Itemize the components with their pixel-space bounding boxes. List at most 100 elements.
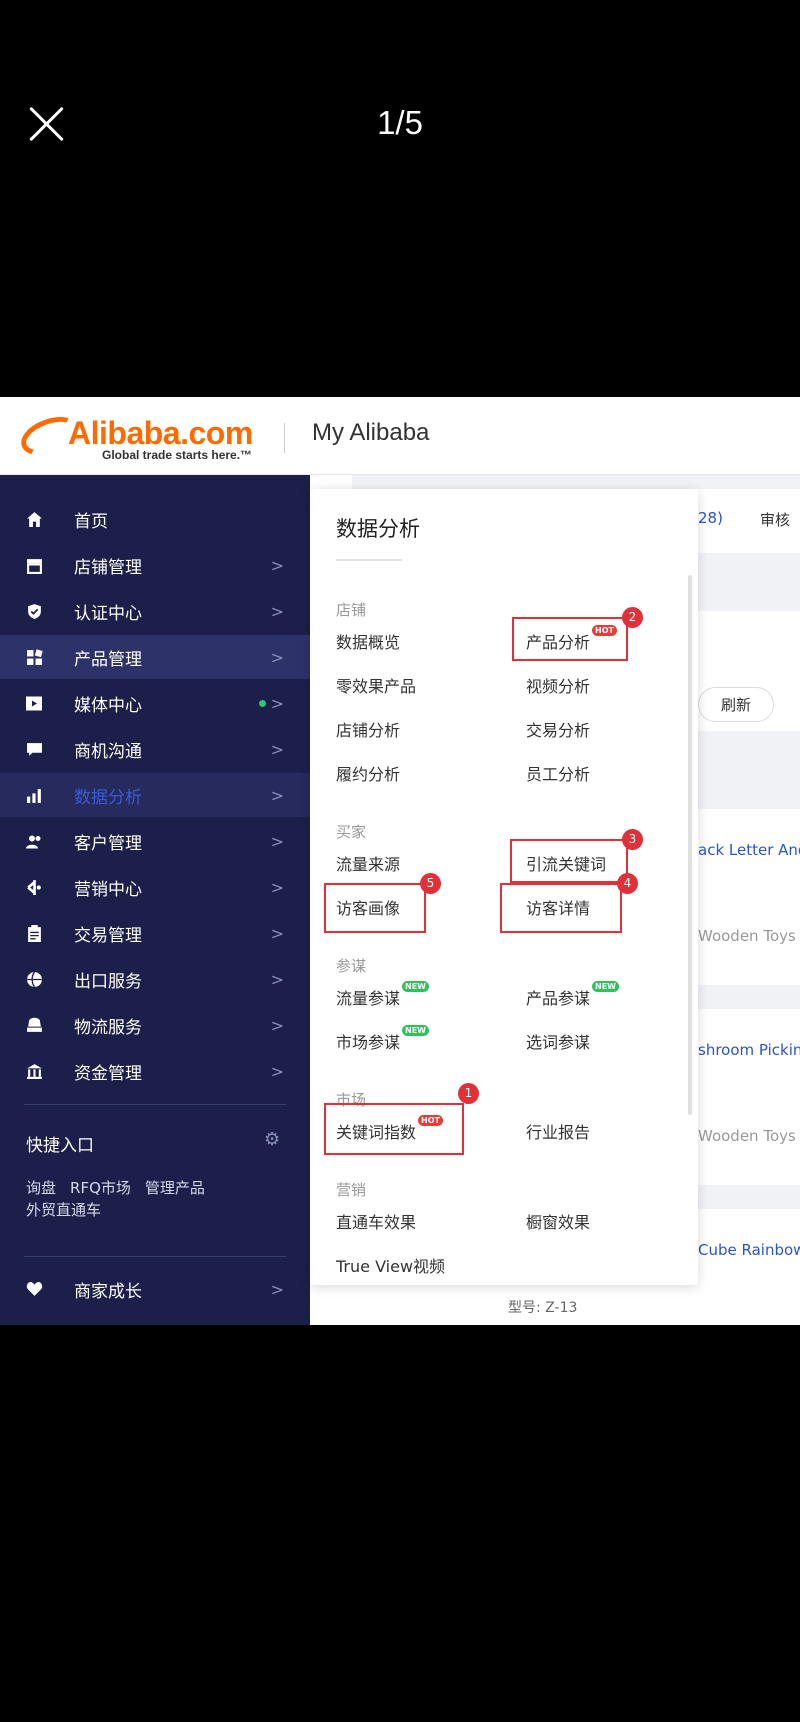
sidebar-item-growth[interactable]: 商家成长 > bbox=[0, 1267, 310, 1311]
chevron-right-icon: > bbox=[270, 1279, 284, 1299]
background-review: 审核 bbox=[760, 511, 791, 529]
chevron-right-icon: > bbox=[270, 693, 284, 713]
sidebar: 首页 店铺管理 > 认证中心 > 产品管理 > 媒体中心 > 商机沟通 > 数据… bbox=[0, 475, 310, 1325]
menu-item-traffic-advisor[interactable]: 流量参谋NEW bbox=[336, 981, 429, 1009]
annotation-box-visitor-profile bbox=[324, 883, 426, 933]
menu-section-advisor: 参谋 bbox=[336, 957, 367, 975]
bank-icon bbox=[24, 1061, 44, 1081]
quick-links: 询盘 RFQ市场 管理产品 外贸直通车 bbox=[26, 1177, 266, 1221]
grid-icon bbox=[24, 647, 44, 667]
chat-icon bbox=[24, 739, 44, 759]
sidebar-item-certification[interactable]: 认证中心 > bbox=[0, 589, 310, 633]
product-category: Wooden Toys bbox=[698, 1127, 796, 1145]
product-title[interactable]: ack Letter And bbox=[698, 841, 800, 859]
quick-link-manage-products[interactable]: 管理产品 bbox=[145, 1179, 205, 1197]
menu-item-traffic-source[interactable]: 流量来源 bbox=[336, 851, 400, 875]
alibaba-logo[interactable]: Alibaba.com Global trade starts here.™ bbox=[15, 409, 253, 463]
page-counter: 1/5 bbox=[377, 104, 423, 141]
sidebar-item-label: 出口服务 bbox=[74, 971, 142, 992]
heart-icon bbox=[24, 1279, 44, 1299]
quick-link-p4p[interactable]: 外贸直通车 bbox=[26, 1201, 101, 1219]
refresh-button[interactable]: 刷新 bbox=[698, 687, 775, 722]
menu-item-data-overview[interactable]: 数据概览 bbox=[336, 629, 400, 653]
screenshot-image: 28) 审核 刷新 ack Letter And Wooden Toys shr… bbox=[0, 397, 800, 1325]
sidebar-item-funds[interactable]: 资金管理 > bbox=[0, 1049, 310, 1093]
menu-item-industry-report[interactable]: 行业报告 bbox=[526, 1119, 590, 1143]
quick-link-rfq[interactable]: RFQ市场 bbox=[70, 1179, 131, 1197]
menu-item-true-view[interactable]: True View视频 bbox=[336, 1253, 445, 1277]
sidebar-item-export[interactable]: 出口服务 > bbox=[0, 957, 310, 1001]
sidebar-item-products[interactable]: 产品管理 > bbox=[0, 635, 310, 679]
menu-title: 数据分析 bbox=[336, 517, 420, 541]
video-icon bbox=[24, 693, 44, 713]
product-model: 型号: Z-13 bbox=[508, 1300, 578, 1316]
notification-dot bbox=[259, 699, 266, 707]
sidebar-item-marketing[interactable]: 营销中心 > bbox=[0, 865, 310, 909]
sidebar-divider bbox=[24, 1256, 286, 1257]
menu-item-store-analysis[interactable]: 店铺分析 bbox=[336, 717, 400, 741]
chevron-right-icon: > bbox=[270, 739, 284, 759]
menu-section-marketing: 营销 bbox=[336, 1181, 367, 1199]
menu-section-store: 店铺 bbox=[336, 601, 367, 619]
chevron-right-icon: > bbox=[270, 969, 284, 989]
new-badge: NEW bbox=[402, 981, 429, 992]
sidebar-item-label: 媒体中心 bbox=[74, 695, 142, 716]
sidebar-item-trade[interactable]: 交易管理 > bbox=[0, 911, 310, 955]
quick-link-inquiry[interactable]: 询盘 bbox=[26, 1179, 56, 1197]
sidebar-item-label: 首页 bbox=[74, 511, 108, 532]
annotation-box-visitor-details bbox=[500, 883, 622, 933]
sidebar-item-label: 资金管理 bbox=[74, 1063, 142, 1084]
chevron-right-icon: > bbox=[270, 923, 284, 943]
menu-item-keyword-advisor[interactable]: 选词参谋 bbox=[526, 1029, 590, 1053]
menu-item-trade-analysis[interactable]: 交易分析 bbox=[526, 717, 590, 741]
menu-item-showcase-effect[interactable]: 橱窗效果 bbox=[526, 1209, 590, 1233]
product-title[interactable]: shroom Picking bbox=[698, 1041, 800, 1059]
logo-suffix: .com bbox=[180, 415, 253, 451]
annotation-number: 4 bbox=[617, 873, 638, 894]
product-title[interactable]: Cube Rainbow bbox=[698, 1241, 800, 1259]
sidebar-item-label: 产品管理 bbox=[74, 649, 142, 670]
logo-text: Alibaba bbox=[68, 415, 181, 451]
sidebar-item-label: 物流服务 bbox=[74, 1017, 142, 1038]
menu-item-p4p-effect[interactable]: 直通车效果 bbox=[336, 1209, 416, 1233]
annotation-box-traffic-keywords bbox=[510, 839, 628, 883]
chevron-right-icon: > bbox=[270, 1061, 284, 1081]
product-category: Wooden Toys bbox=[698, 927, 796, 945]
annotation-number: 3 bbox=[622, 829, 643, 850]
sidebar-item-label: 店铺管理 bbox=[74, 557, 142, 578]
menu-scrollbar[interactable] bbox=[688, 575, 692, 1115]
annotation-box-product-analysis bbox=[512, 617, 628, 661]
bar-chart-icon bbox=[24, 785, 44, 805]
chevron-right-icon: > bbox=[270, 877, 284, 897]
page-title[interactable]: My Alibaba bbox=[312, 419, 429, 447]
annotation-box-keyword-index bbox=[324, 1103, 464, 1155]
header-divider bbox=[284, 423, 285, 453]
marketing-icon bbox=[24, 877, 44, 897]
sidebar-item-customers[interactable]: 客户管理 > bbox=[0, 819, 310, 863]
globe-icon bbox=[24, 969, 44, 989]
sidebar-item-data-analysis[interactable]: 数据分析 > bbox=[0, 773, 310, 817]
sidebar-item-label: 认证中心 bbox=[74, 603, 142, 624]
chevron-right-icon: > bbox=[270, 785, 284, 805]
menu-item-zero-effect[interactable]: 零效果产品 bbox=[336, 673, 416, 697]
menu-item-market-advisor[interactable]: 市场参谋NEW bbox=[336, 1025, 429, 1053]
sidebar-item-messages[interactable]: 商机沟通 > bbox=[0, 727, 310, 771]
menu-item-fulfillment-analysis[interactable]: 履约分析 bbox=[336, 761, 400, 785]
chevron-right-icon: > bbox=[270, 601, 284, 621]
new-badge: NEW bbox=[592, 981, 619, 992]
annotation-number: 5 bbox=[420, 873, 441, 894]
sidebar-item-label: 商机沟通 bbox=[74, 741, 142, 762]
gear-icon[interactable]: ⚙ bbox=[264, 1129, 280, 1150]
sidebar-item-store[interactable]: 店铺管理 > bbox=[0, 543, 310, 587]
sidebar-item-media[interactable]: 媒体中心 > bbox=[0, 681, 310, 725]
annotation-number: 2 bbox=[622, 607, 643, 628]
clipboard-icon bbox=[24, 923, 44, 943]
shield-icon bbox=[24, 601, 44, 621]
chevron-right-icon: > bbox=[270, 831, 284, 851]
menu-item-staff-analysis[interactable]: 员工分析 bbox=[526, 761, 590, 785]
sidebar-item-logistics[interactable]: 物流服务 > bbox=[0, 1003, 310, 1047]
sidebar-item-home[interactable]: 首页 bbox=[0, 497, 310, 541]
new-badge: NEW bbox=[402, 1025, 429, 1036]
menu-item-video-analysis[interactable]: 视频分析 bbox=[526, 673, 590, 697]
menu-item-product-advisor[interactable]: 产品参谋NEW bbox=[526, 981, 619, 1009]
